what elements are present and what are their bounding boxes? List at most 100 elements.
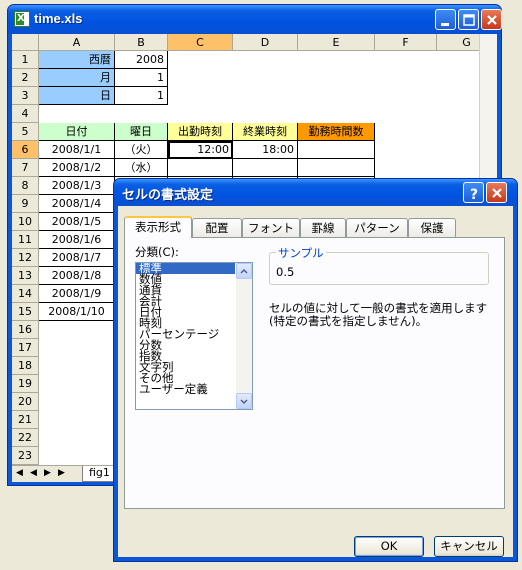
cell-e5[interactable]: 勤務時間数	[298, 123, 375, 141]
row-header-4[interactable]: 4	[12, 105, 39, 123]
tab-font[interactable]: フォント	[242, 218, 300, 237]
maximize-button[interactable]	[458, 9, 479, 30]
close-button[interactable]	[481, 9, 502, 30]
row-header-7[interactable]: 7	[12, 159, 39, 177]
first-sheet-icon[interactable]: ◀	[16, 468, 23, 478]
cell-b3[interactable]: 1	[115, 87, 168, 105]
cell-b6[interactable]: （火）	[115, 141, 168, 159]
tab-alignment[interactable]: 配置	[192, 218, 242, 237]
ok-button[interactable]: OK	[354, 536, 424, 557]
format-description: セルの値に対して一般の書式を適用します (特定の書式を指定しません)。	[269, 302, 499, 328]
maximize-icon	[463, 14, 475, 26]
column-header-a[interactable]: A	[39, 34, 115, 51]
window-title: time.xls	[34, 11, 83, 26]
cell-d7[interactable]	[233, 159, 298, 177]
row-header-11[interactable]: 11	[12, 231, 39, 249]
category-listbox[interactable]: 標準 数値 通貨 会計 日付 時刻 パーセンテージ 分数 指数 文字列 その他 ユーザー定義	[135, 262, 253, 410]
column-header-d[interactable]: D	[233, 34, 298, 51]
last-sheet-icon[interactable]: ▶	[58, 468, 65, 478]
row-header-8[interactable]: 8	[12, 177, 39, 195]
cell-e7[interactable]	[298, 159, 375, 177]
row-header-14[interactable]: 14	[12, 285, 39, 303]
cell-a12[interactable]: 2008/1/7	[39, 249, 115, 267]
cell-b2[interactable]: 1	[115, 69, 168, 87]
cell-a13[interactable]: 2008/1/8	[39, 267, 115, 285]
column-header-f[interactable]: F	[375, 34, 437, 51]
row-header-19[interactable]: 19	[12, 375, 39, 393]
row-header-1[interactable]: 1	[12, 51, 39, 69]
number-tab-panel: 分類(C): 標準 数値 通貨 会計 日付 時刻 パーセンテージ 分数 指数 文字列 その他 ユーザー…	[124, 237, 505, 509]
row-header-15[interactable]: 15	[12, 303, 39, 321]
cell-a6[interactable]: 2008/1/1	[39, 141, 115, 159]
cell-a9[interactable]: 2008/1/4	[39, 195, 115, 213]
cell-a3[interactable]: 日	[39, 87, 115, 105]
row-header-3[interactable]: 3	[12, 87, 39, 105]
cell-a7[interactable]: 2008/1/2	[39, 159, 115, 177]
format-cells-dialog: セルの書式設定 ? 表示形式 配置 フォント 罫線 パターン 保護 分類(C):…	[113, 178, 518, 562]
cell-d5[interactable]: 終業時刻	[233, 123, 298, 141]
prev-sheet-icon[interactable]: ◀	[30, 468, 37, 478]
cancel-button[interactable]: キャンセル	[434, 536, 504, 557]
cell-b1[interactable]: 2008	[115, 51, 168, 69]
cell-d6[interactable]: 18:00	[233, 141, 298, 159]
row-header-16[interactable]: 16	[12, 321, 39, 339]
cell-a15[interactable]: 2008/1/10	[39, 303, 115, 321]
row-header-10[interactable]: 10	[12, 213, 39, 231]
chevron-down-icon	[240, 399, 248, 405]
row-header-18[interactable]: 18	[12, 357, 39, 375]
cell-c6[interactable]: 12:00	[168, 141, 233, 159]
next-sheet-icon[interactable]: ▶	[44, 468, 51, 478]
category-item[interactable]: ユーザー定義	[136, 383, 235, 395]
cell-a8[interactable]: 2008/1/3	[39, 177, 115, 195]
tab-border[interactable]: 罫線	[300, 218, 346, 237]
row-header-21[interactable]: 21	[12, 411, 39, 429]
tab-protection[interactable]: 保護	[408, 218, 456, 237]
cell-e6[interactable]	[298, 141, 375, 159]
row-header-9[interactable]: 9	[12, 195, 39, 213]
cell-c5[interactable]: 出勤時刻	[168, 123, 233, 141]
row-header-12[interactable]: 12	[12, 249, 39, 267]
description-line-2: (特定の書式を指定しません)。	[269, 314, 428, 328]
column-header-c[interactable]: C	[168, 34, 233, 51]
scroll-up-button[interactable]	[236, 263, 252, 279]
sample-value: 0.5	[276, 265, 295, 279]
excel-file-icon: X	[14, 11, 30, 27]
dialog-body: 表示形式 配置 フォント 罫線 パターン 保護 分類(C): 標準 数値 通貨 会計日…	[118, 206, 513, 557]
cell-a10[interactable]: 2008/1/5	[39, 213, 115, 231]
row-header-13[interactable]: 13	[12, 267, 39, 285]
tab-number[interactable]: 表示形式	[124, 216, 192, 238]
sheet-tab[interactable]: fig1	[82, 466, 117, 482]
column-header-b[interactable]: B	[115, 34, 168, 51]
scroll-down-button[interactable]	[236, 393, 252, 409]
column-header-e[interactable]: E	[298, 34, 375, 51]
minimize-button[interactable]	[435, 9, 456, 30]
cell-a11[interactable]: 2008/1/6	[39, 231, 115, 249]
row-header-2[interactable]: 2	[12, 69, 39, 87]
close-icon	[487, 15, 497, 25]
close-icon	[492, 188, 502, 198]
row-header-6[interactable]: 6	[12, 141, 39, 159]
sample-label: サンプル	[276, 245, 326, 261]
minimize-icon	[441, 23, 449, 26]
row-header-23[interactable]: 23	[12, 447, 39, 465]
excel-title-bar[interactable]: X time.xls	[8, 5, 502, 34]
cell-b5[interactable]: 曜日	[115, 123, 168, 141]
help-button[interactable]: ?	[463, 182, 484, 203]
cell-a5[interactable]: 日付	[39, 123, 115, 141]
tab-patterns[interactable]: パターン	[346, 218, 408, 237]
chevron-up-icon	[240, 268, 248, 274]
row-header-20[interactable]: 20	[12, 393, 39, 411]
cell-c7[interactable]	[168, 159, 233, 177]
cell-a14[interactable]: 2008/1/9	[39, 285, 115, 303]
dialog-title-bar[interactable]: セルの書式設定 ?	[114, 179, 517, 206]
row-header-22[interactable]: 22	[12, 429, 39, 447]
dialog-close-button[interactable]	[486, 182, 507, 203]
row-header-17[interactable]: 17	[12, 339, 39, 357]
row-header-5[interactable]: 5	[12, 123, 39, 141]
help-icon: ?	[470, 187, 478, 203]
listbox-scrollbar[interactable]	[236, 263, 252, 409]
cell-b7[interactable]: （水）	[115, 159, 168, 177]
cell-a2[interactable]: 月	[39, 69, 115, 87]
select-all-corner[interactable]	[12, 34, 39, 51]
cell-a1[interactable]: 西暦	[39, 51, 115, 69]
